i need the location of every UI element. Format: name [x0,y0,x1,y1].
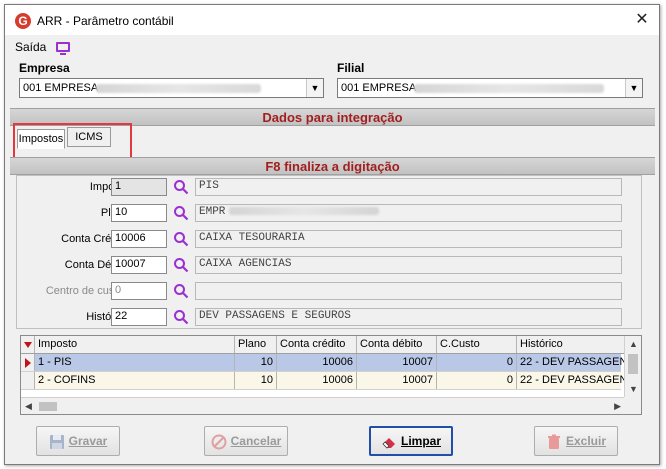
grid-header-indicator [21,336,35,353]
plano-description-text: EMPR [199,206,226,218]
column-header-conta-debito[interactable]: Conta débito [357,336,437,353]
cell-imposto: 1 - PIS [35,354,235,371]
search-icon[interactable] [173,205,189,221]
empresa-label: Empresa [19,61,70,75]
table-row[interactable]: 1 - PIS 10 10006 10007 0 22 - DEV PASSAG… [21,354,625,372]
cell-conta-credito: 10006 [277,354,357,371]
excluir-button[interactable]: Excluir [534,426,618,456]
cell-conta-debito: 10007 [357,354,437,371]
column-header-ccusto[interactable]: C.Custo [437,336,517,353]
tab-icms[interactable]: ICMS [67,127,111,147]
impostos-grid[interactable]: Imposto Plano Conta crédito Conta débito… [20,335,642,415]
conta-debito-input[interactable]: 10007 [111,256,167,274]
empresa-redacted [96,84,261,93]
grid-header: Imposto Plano Conta crédito Conta débito… [21,336,641,354]
form-panel [16,175,642,329]
column-header-historico[interactable]: Histórico [517,336,625,353]
app-logo-icon: G [15,13,31,29]
search-icon[interactable] [173,257,189,273]
scroll-down-icon[interactable]: ▼ [629,384,638,394]
horizontal-scroll-thumb[interactable] [39,402,57,411]
scroll-right-icon[interactable]: ▶ [614,401,621,412]
empresa-select[interactable]: 001 EMPRESA ▼ [19,78,324,98]
filial-value: 001 EMPRESA [341,82,417,94]
cell-plano: 10 [235,354,277,371]
imposto-input[interactable]: 1 [111,178,167,196]
cell-historico: 22 - DEV PASSAGENS [520,356,625,368]
floppy-disk-icon [49,434,64,449]
scroll-left-icon[interactable]: ◀ [25,401,32,412]
chevron-down-icon[interactable]: ▼ [625,79,642,97]
filial-label: Filial [337,61,365,75]
tab-impostos[interactable]: Impostos [17,129,65,149]
gravar-label: Gravar [68,434,108,448]
cell-plano: 10 [235,372,277,389]
plano-description: EMPR [195,204,622,222]
centro-custos-description [195,282,622,300]
plano-input[interactable]: 10 [111,204,167,222]
cell-imposto: 2 - COFINS [35,372,235,389]
cell-ccusto: 0 [437,354,517,371]
row-indicator [21,354,35,371]
excluir-label: Excluir [565,434,607,448]
historico-input[interactable]: 22 [111,308,167,326]
limpar-label: Limpar [400,434,441,448]
search-icon[interactable] [173,231,189,247]
vertical-scroll-thumb[interactable] [628,354,638,374]
current-row-icon [25,358,31,368]
filial-select[interactable]: 001 EMPRESA ▼ [337,78,643,98]
sort-arrow-icon[interactable] [24,342,32,348]
vertical-scrollbar[interactable]: ▲ ▼ [624,336,641,398]
limpar-button[interactable]: Limpar [369,426,453,456]
cell-conta-debito: 10007 [357,372,437,389]
cell-ccusto: 0 [437,372,517,389]
scroll-corner [624,397,641,414]
horizontal-scrollbar[interactable]: ◀ ▶ [21,397,625,414]
no-entry-icon [211,434,227,450]
conta-credito-input[interactable]: 10006 [111,230,167,248]
cell-historico: 22 - DEV PASSAGENS [520,374,625,386]
scroll-up-icon[interactable]: ▲ [629,339,638,349]
imposto-description: PIS [195,178,622,196]
monitor-icon[interactable] [55,41,70,55]
column-header-plano[interactable]: Plano [235,336,277,353]
table-row[interactable]: 2 - COFINS 10 10006 10007 0 22 - DEV PAS… [21,372,625,390]
search-icon[interactable] [173,179,189,195]
section-f8: F8 finaliza a digitação [10,157,655,175]
title-bar: G ARR - Parâmetro contábil ✕ [5,5,659,35]
trash-icon [547,434,560,449]
search-icon[interactable] [173,283,189,299]
column-header-imposto[interactable]: Imposto [35,336,235,353]
chevron-down-icon[interactable]: ▼ [306,79,323,97]
conta-credito-description: CAIXA TESOURARIA [195,230,622,248]
column-header-conta-credito[interactable]: Conta crédito [277,336,357,353]
row-indicator [21,372,35,389]
gravar-button[interactable]: Gravar [36,426,120,456]
window-title: ARR - Parâmetro contábil [37,14,174,28]
search-icon[interactable] [173,309,189,325]
cancelar-label: Cancelar [230,434,282,448]
menu-saida[interactable]: Saída [15,40,46,54]
empresa-value: 001 EMPRESA [23,82,99,94]
cancelar-button[interactable]: Cancelar [204,426,288,456]
conta-debito-description: CAIXA AGENCIAS [195,256,622,274]
menu-bar: Saída [15,39,70,57]
historico-description: DEV PASSAGENS E SEGUROS [195,308,622,326]
cell-conta-credito: 10006 [277,372,357,389]
plano-redacted [229,207,380,216]
close-icon[interactable]: ✕ [631,9,653,31]
eraser-icon [382,437,395,449]
centro-custos-input[interactable]: 0 [111,282,167,300]
parametro-contabil-window: G ARR - Parâmetro contábil ✕ Saída Empre… [4,4,660,465]
filial-redacted [414,84,604,93]
